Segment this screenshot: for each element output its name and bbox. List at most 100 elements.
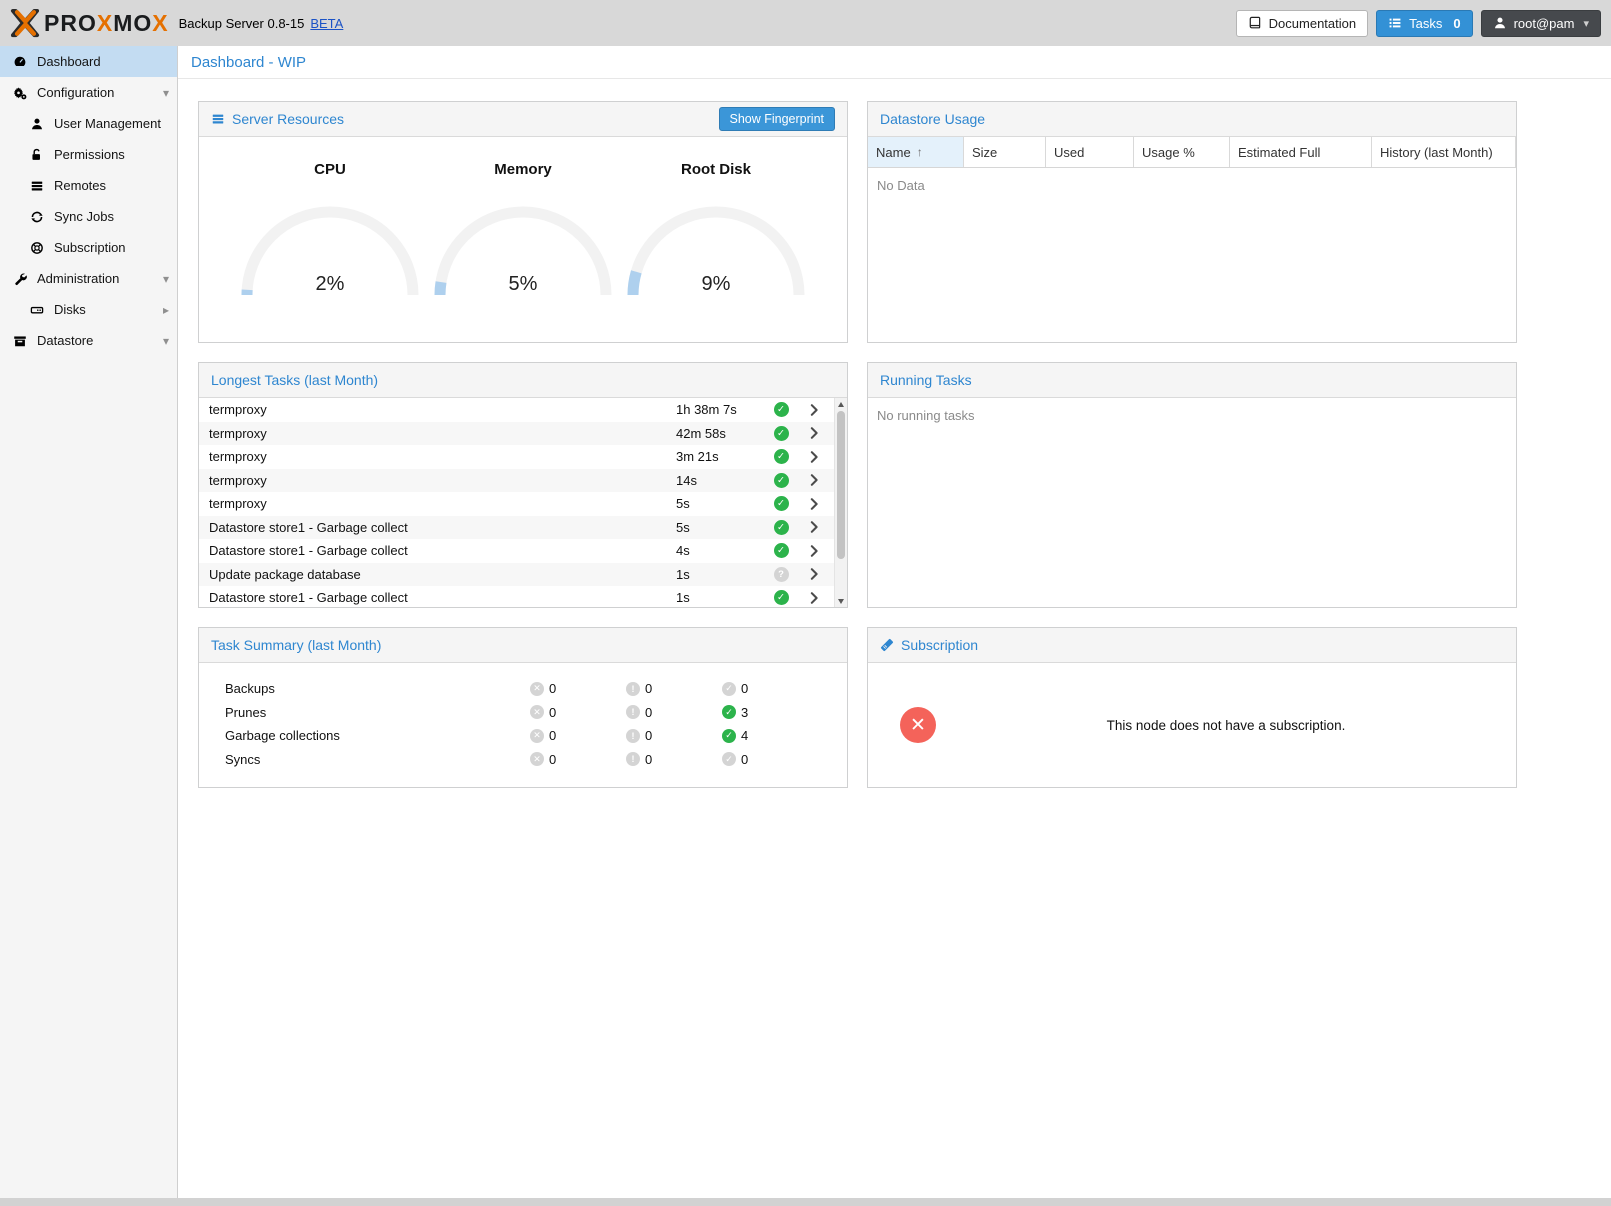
show-fingerprint-button[interactable]: Show Fingerprint (719, 107, 836, 131)
summary-count-value: 0 (549, 705, 556, 720)
sidebar-item-label: Subscription (54, 240, 169, 255)
datastore-empty-text: No Data (868, 168, 1516, 203)
task-summary-title: Task Summary (last Month) (211, 637, 381, 653)
book-icon (1248, 16, 1262, 30)
task-detail-chevron[interactable] (796, 403, 832, 417)
hdd-icon (29, 302, 45, 318)
chevron-right-icon (807, 450, 821, 464)
tasks-scrollbar[interactable] (834, 398, 847, 607)
tasks-button[interactable]: Tasks 0 (1376, 10, 1472, 37)
gauge-title: Memory (428, 161, 618, 178)
task-row[interactable]: Datastore store1 - Garbage collect5s✓ (199, 516, 847, 540)
summary-count-value: 0 (645, 752, 652, 767)
task-row[interactable]: Update package database1s? (199, 563, 847, 587)
column-header-size[interactable]: Size (964, 137, 1046, 167)
column-header-history-last-month[interactable]: History (last Month) (1372, 137, 1516, 167)
user-menu-button[interactable]: root@pam ▾ (1481, 10, 1601, 37)
summary-count: ✕0 (530, 728, 626, 743)
task-name: Datastore store1 - Garbage collect (209, 520, 676, 535)
sidebar-item-label: Configuration (37, 85, 154, 100)
column-header-estimated-full[interactable]: Estimated Full (1230, 137, 1372, 167)
task-detail-chevron[interactable] (796, 497, 832, 511)
top-bar: PROXMOX Backup Server 0.8-15 BETA Docume… (0, 0, 1611, 46)
task-row[interactable]: Datastore store1 - Garbage collect4s✓ (199, 539, 847, 563)
task-row[interactable]: termproxy3m 21s✓ (199, 445, 847, 469)
user-label: root@pam (1514, 16, 1575, 31)
column-header-name[interactable]: Name↑ (868, 137, 964, 167)
task-row[interactable]: termproxy14s✓ (199, 469, 847, 493)
task-status: ✓ (766, 402, 796, 417)
task-detail-chevron[interactable] (796, 567, 832, 581)
summary-count: !0 (626, 752, 722, 767)
sidebar-item-disks[interactable]: Disks▸ (0, 294, 177, 325)
status-ok-icon: ✓ (774, 426, 789, 441)
task-status: ✓ (766, 520, 796, 535)
tasks-count-badge: 0 (1453, 16, 1460, 31)
scroll-down-arrow[interactable] (835, 595, 847, 607)
error-count-icon: ✕ (530, 752, 544, 766)
sidebar-item-administration[interactable]: Administration▾ (0, 263, 177, 294)
gauge-root-disk: Root Disk9% (621, 161, 811, 298)
task-detail-chevron[interactable] (796, 450, 832, 464)
task-duration: 3m 21s (676, 449, 766, 464)
column-header-label: History (last Month) (1380, 145, 1493, 160)
task-duration: 5s (676, 496, 766, 511)
chevron-right-icon (807, 591, 821, 605)
beta-link[interactable]: BETA (310, 16, 343, 31)
main-content: Dashboard - WIP Server Resources Show Fi… (178, 46, 1611, 1198)
summary-row-prunes: Prunes✕0!0✓3 (225, 701, 847, 725)
sidebar-item-user-management[interactable]: User Management (0, 108, 177, 139)
task-detail-chevron[interactable] (796, 473, 832, 487)
column-header-usage[interactable]: Usage % (1134, 137, 1230, 167)
sidebar-item-configuration[interactable]: Configuration▾ (0, 77, 177, 108)
summary-count-value: 4 (741, 728, 748, 743)
task-row[interactable]: termproxy1h 38m 7s✓ (199, 398, 847, 422)
gauge-title: CPU (235, 161, 425, 178)
task-row[interactable]: Datastore store1 - Garbage collect1s✓ (199, 586, 847, 607)
summary-count: ✓0 (722, 752, 847, 767)
summary-count-value: 0 (645, 681, 652, 696)
sidebar-item-datastore[interactable]: Datastore▾ (0, 325, 177, 356)
task-status: ✓ (766, 473, 796, 488)
gauge-title: Root Disk (621, 161, 811, 178)
proxmox-x-icon (10, 8, 40, 38)
task-name: termproxy (209, 426, 676, 441)
column-header-used[interactable]: Used (1046, 137, 1134, 167)
task-row[interactable]: termproxy5s✓ (199, 492, 847, 516)
server-resources-panel: Server Resources Show Fingerprint CPU2%M… (198, 101, 848, 343)
scrollbar-thumb[interactable] (837, 411, 845, 559)
summary-count-value: 0 (549, 752, 556, 767)
summary-count: !0 (626, 681, 722, 696)
status-unknown-icon: ? (774, 567, 789, 582)
main-header: Dashboard - WIP (178, 46, 1611, 79)
sidebar-item-sync-jobs[interactable]: Sync Jobs (0, 201, 177, 232)
summary-count: ✕0 (530, 705, 626, 720)
summary-count-value: 0 (741, 681, 748, 696)
chevron-down-icon: ▾ (1583, 17, 1589, 30)
task-detail-chevron[interactable] (796, 520, 832, 534)
task-status: ✓ (766, 449, 796, 464)
task-detail-chevron[interactable] (796, 544, 832, 558)
task-name: termproxy (209, 402, 676, 417)
chevron-right-icon: ▸ (163, 303, 169, 317)
longest-tasks-panel: Longest Tasks (last Month) termproxy1h 3… (198, 362, 848, 608)
gauge-arc: 5% (428, 198, 618, 298)
sync-icon (29, 209, 45, 225)
summary-row-garbage-collections: Garbage collections✕0!0✓4 (225, 724, 847, 748)
datastore-usage-title: Datastore Usage (880, 111, 985, 127)
sidebar-item-remotes[interactable]: Remotes (0, 170, 177, 201)
summary-count: ✕0 (530, 681, 626, 696)
sort-asc-icon: ↑ (917, 145, 923, 159)
bars-icon (29, 178, 45, 194)
documentation-button[interactable]: Documentation (1236, 10, 1368, 37)
gauge-value: 2% (235, 273, 425, 296)
sidebar-item-subscription[interactable]: Subscription (0, 232, 177, 263)
sidebar-item-dashboard[interactable]: Dashboard (0, 46, 177, 77)
task-detail-chevron[interactable] (796, 591, 832, 605)
sidebar-item-permissions[interactable]: Permissions (0, 139, 177, 170)
task-row[interactable]: termproxy42m 58s✓ (199, 422, 847, 446)
task-detail-chevron[interactable] (796, 426, 832, 440)
scroll-up-arrow[interactable] (835, 398, 847, 410)
task-summary-panel: Task Summary (last Month) Backups✕0!0✓0P… (198, 627, 848, 788)
sidebar: DashboardConfiguration▾User ManagementPe… (0, 46, 178, 1198)
